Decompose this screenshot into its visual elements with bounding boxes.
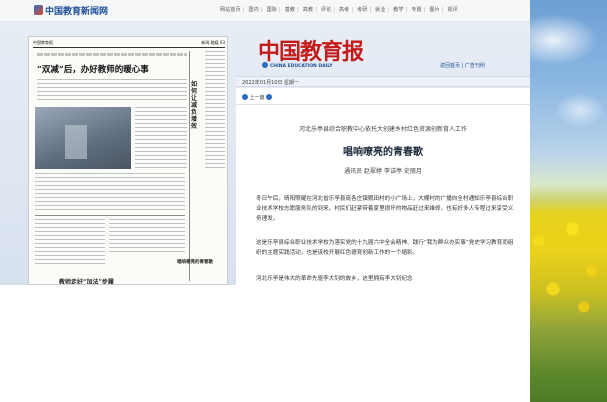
top-nav: 网站首页 | 国内 | 国际 | 基教 | 高教 | 评论 | 高考 | 考研 | 就业 | 教学… xyxy=(220,7,458,13)
paper-kicker-lines xyxy=(37,53,187,56)
paper-text-column xyxy=(205,51,225,171)
nav-item[interactable]: 国内 xyxy=(249,7,259,13)
cloud-shape xyxy=(530,10,607,70)
article-paragraph: 这是乐亭县综合职业技术学校为落实党的十九届六中全会精神、践行“我为群众办实事”党… xyxy=(256,240,514,256)
paper-headline[interactable]: “双减”后，办好教师的暖心事 xyxy=(37,63,187,75)
paper-photo xyxy=(35,107,131,169)
logo-mark-icon xyxy=(34,5,43,15)
article-kicker: 河北乐亭县综合职教中心依托大创建乡村红色资源创新育人工作 xyxy=(298,126,467,133)
next-arrow-icon[interactable] xyxy=(266,94,273,100)
nav-item[interactable]: 国际 xyxy=(267,7,277,13)
nav-item[interactable]: 考研 xyxy=(357,7,367,13)
article-authors: 通讯员 赵翠婷 李诘亭 史丽月 xyxy=(344,168,422,175)
field-background-image xyxy=(530,0,607,402)
brand-english: CHINA EDUCATION DAILY xyxy=(262,62,333,69)
paper-side-title[interactable]: 如何让减负增效 xyxy=(191,81,201,130)
article-paragraph: 冬日午后，晴阳照耀在河北省乐亭县庞各庄镇鹦田村的小广场上，大棚村的广播向全村通知… xyxy=(256,196,514,222)
nav-item[interactable]: 网站首页 xyxy=(220,7,241,13)
prev-arrow-icon[interactable] xyxy=(242,94,248,100)
nav-item[interactable]: 就业 xyxy=(375,7,385,13)
prev-article-link[interactable]: 上一篇 xyxy=(250,95,265,101)
paper-subheading[interactable]: 教师走好“加法”步履 xyxy=(59,277,114,284)
nav-item[interactable]: 高考 xyxy=(339,7,349,13)
article-divider xyxy=(236,104,530,105)
paper-text-column xyxy=(135,107,187,169)
paper-section-rule xyxy=(35,215,185,216)
paper-text-column xyxy=(35,173,185,213)
article-paragraph: 河北乐亭是伟大的革命先驱李大钊的故乡，这里拥有李大钊纪念 xyxy=(256,276,413,282)
nav-item[interactable]: 高教 xyxy=(303,7,313,13)
article-panel: 上一篇 河北乐亭县综合职教中心依托大创建乡村红色资源创新育人工作 唱响嘹亮的青春… xyxy=(236,88,530,285)
flower-blossoms xyxy=(530,205,607,325)
nav-item[interactable]: 教学 xyxy=(393,7,403,13)
nav-item[interactable]: 视评 xyxy=(448,7,458,13)
site-logo-text: 中国教育新闻网 xyxy=(45,7,109,17)
main-area: 中国教育报 新闻·融媒 03 “双减”后，办好教师的暖心事 如何让减负增效 唱响… xyxy=(0,22,530,285)
nav-item[interactable]: 基教 xyxy=(285,7,295,13)
date-bar: 2022年01月10日 星期一 xyxy=(236,76,530,87)
brand-globe-icon xyxy=(262,62,268,68)
brand-english-text: CHINA EDUCATION DAILY xyxy=(270,64,333,69)
paper-masthead-right: 新闻·融媒 03 xyxy=(201,40,225,45)
newspaper-page-thumbnail[interactable]: 中国教育报 新闻·融媒 03 “双减”后，办好教师的暖心事 如何让减负增效 唱响… xyxy=(28,36,228,285)
nav-item[interactable]: 专题 xyxy=(411,7,421,13)
page-canvas: 中国教育新闻网 网站首页 | 国内 | 国际 | 基教 | 高教 | 评论 | 高考 | 考研… xyxy=(0,0,607,402)
paper-text-column xyxy=(35,219,105,264)
paper-masthead-left: 中国教育报 xyxy=(33,40,53,45)
cloud-shape xyxy=(550,90,607,130)
paper-subheading[interactable]: 唱响嘹亮的青春歌 xyxy=(177,259,213,265)
site-logo[interactable]: 中国教育新闻网 xyxy=(34,4,108,17)
paper-text-column xyxy=(37,79,187,103)
article-title: 唱响嘹亮的青春歌 xyxy=(343,147,423,158)
article-nav: 上一篇 xyxy=(242,94,273,101)
nav-item[interactable]: 评论 xyxy=(321,7,331,13)
site-links[interactable]: 返回首页 | 广告刊例 xyxy=(440,62,485,69)
paper-masthead: 中国教育报 新闻·融媒 03 xyxy=(33,40,225,48)
issue-date: 2022年01月10日 星期一 xyxy=(242,80,300,86)
nav-item[interactable]: 图片 xyxy=(429,7,439,13)
top-bar: 中国教育新闻网 网站首页 | 国内 | 国际 | 基教 | 高教 | 评论 | 高考 | 考研… xyxy=(0,0,530,22)
paper-text-column xyxy=(109,219,185,254)
paper-column-rule xyxy=(189,51,190,281)
